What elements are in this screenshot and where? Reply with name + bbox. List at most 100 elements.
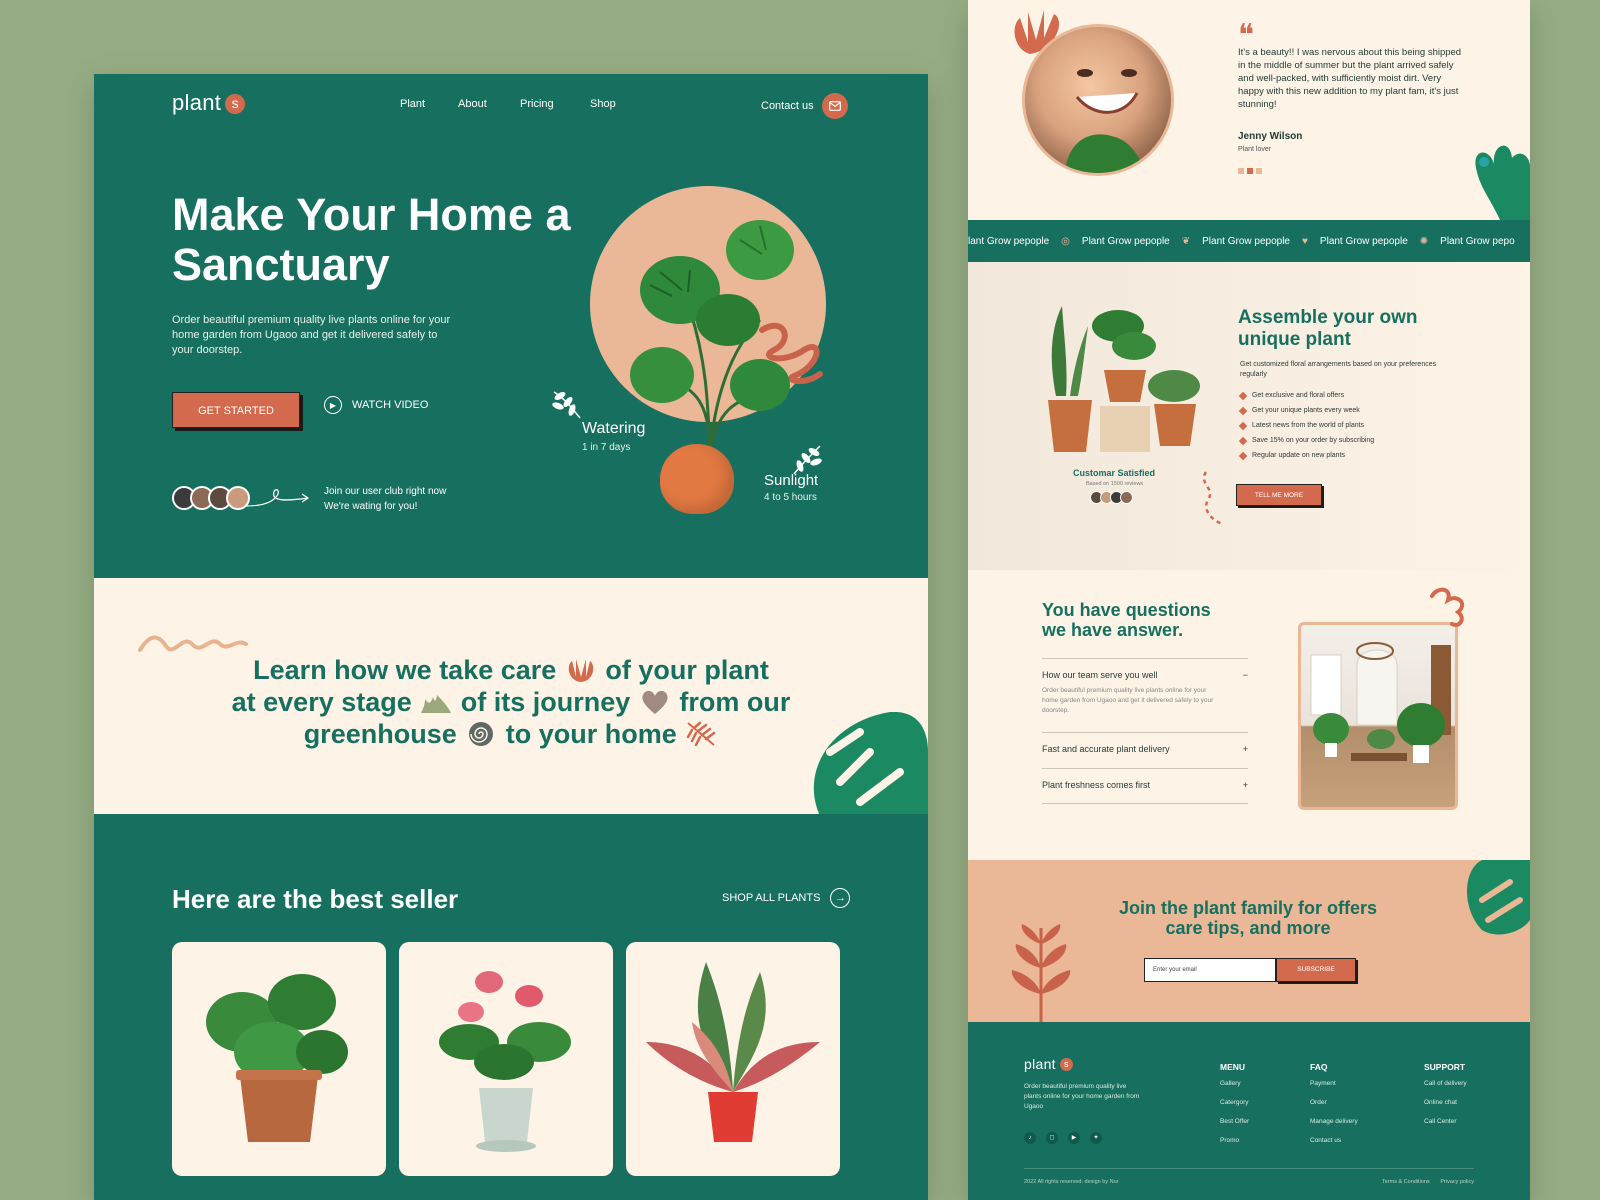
testimonial-quote: It's a beauty!! I was nervous about this… (1238, 47, 1462, 110)
hero-title: Make Your Home a Sanctuary (172, 189, 571, 290)
footer-bottom-bar: 2022 All rights reserved. design by Nur … (1024, 1168, 1474, 1185)
footer-link[interactable]: Online chat (1424, 1099, 1467, 1118)
curly-arrow-icon (245, 489, 310, 507)
expand-icon[interactable]: + (1243, 744, 1248, 754)
footer-link[interactable]: Promo (1220, 1137, 1249, 1156)
nav-plant[interactable]: Plant (400, 98, 425, 110)
expand-icon[interactable]: + (1243, 780, 1248, 790)
footer-link[interactable]: Contact us (1310, 1137, 1358, 1156)
bullet-leaf-icon (1238, 406, 1248, 415)
sunlight-value: 4 to 5 hours (764, 492, 817, 503)
watch-video-label: WATCH VIDEO (352, 399, 429, 411)
learn-headline: Learn how we take care of your plant at … (184, 654, 838, 750)
marquee-text: Plant Grow pepople (1081, 235, 1170, 247)
club-line-2: We're wating for you! (324, 501, 418, 512)
footer-link[interactable]: Payment (1310, 1080, 1358, 1099)
carousel-dot-active[interactable] (1247, 168, 1253, 174)
contact-us-button[interactable]: Contact us (761, 93, 848, 119)
marquee-text: Plant Grow pepo (1440, 235, 1515, 247)
footer-link[interactable]: Call of delivery (1424, 1080, 1467, 1099)
carousel-dot[interactable] (1256, 168, 1262, 174)
instagram-icon[interactable]: ◻ (1046, 1132, 1058, 1144)
nav-shop[interactable]: Shop (590, 98, 616, 110)
aglaonema-pot-image (646, 962, 820, 1142)
potted-plants-illustration (1048, 306, 1200, 452)
benefit-text: Save 15% on your order by subscribing (1252, 437, 1375, 444)
benefit-text: Get your unique plants every week (1252, 407, 1360, 414)
learn-text-6: greenhouse (303, 719, 457, 749)
fern-decoration (1011, 924, 1071, 1022)
faq-item[interactable]: Fast and accurate plant delivery + (1042, 732, 1248, 768)
brand-name: plant (1024, 1056, 1056, 1072)
twitter-icon[interactable]: ✦ (1090, 1132, 1102, 1144)
product-card[interactable] (399, 942, 613, 1176)
best-seller-section: Here are the best seller SHOP ALL PLANTS… (94, 814, 928, 1200)
faq-title-line-2: we have answer. (1042, 620, 1184, 640)
room-interior-illustration (1310, 642, 1451, 763)
tell-me-more-button[interactable]: TELL ME MORE (1236, 484, 1322, 506)
product-card[interactable] (172, 942, 386, 1176)
collapse-icon[interactable]: − (1243, 670, 1248, 680)
footer-menu-title: MENU (1220, 1062, 1246, 1072)
landing-page-right: ❝ It's a beauty!! I was nervous about th… (968, 0, 1530, 1200)
footer-link[interactable]: Best Offer (1220, 1118, 1249, 1137)
social-links: ♪ ◻ ▶ ✦ (1024, 1132, 1102, 1144)
learn-text-4: of its journey (460, 687, 631, 717)
monstera-pot-image (206, 974, 348, 1142)
faq-item[interactable]: Plant freshness comes first + (1042, 768, 1248, 804)
email-input[interactable]: Enter your email (1144, 958, 1276, 982)
newsletter-title: Join the plant family for offers care ti… (1088, 898, 1408, 938)
get-started-button[interactable]: GET STARTED (172, 392, 300, 428)
footer-link[interactable]: Gallery (1220, 1080, 1249, 1099)
contact-label: Contact us (761, 100, 814, 112)
nav-pricing[interactable]: Pricing (520, 98, 554, 110)
spiral-icon (469, 722, 494, 746)
footer-link[interactable]: Call Center (1424, 1118, 1467, 1137)
dashed-arrow-doodle (1202, 471, 1223, 526)
club-line-1: Join our user club right now (324, 486, 447, 497)
subscribe-button[interactable]: SUBSCRIBE (1276, 958, 1356, 982)
carousel-dots (1238, 168, 1262, 174)
watch-video-button[interactable]: ▶ WATCH VIDEO (324, 396, 428, 414)
learn-section: Learn how we take care of your plant at … (94, 578, 928, 816)
heart-icon: ♥ (1301, 235, 1308, 247)
product-card[interactable] (626, 942, 840, 1176)
customer-photo (1022, 24, 1174, 176)
landing-page-left: plant s Plant About Pricing Shop Contact … (94, 74, 928, 1200)
shop-all-plants-link[interactable]: SHOP ALL PLANTS → (722, 888, 851, 908)
hero-description: Order beautiful premium quality live pla… (172, 314, 451, 356)
monstera-leaf-decoration (813, 712, 928, 816)
newsletter-title-line-1: Join the plant family for offers (1118, 898, 1378, 918)
hero-section: plant s Plant About Pricing Shop Contact … (94, 74, 928, 578)
sunlight-label: Sunlight (764, 472, 819, 489)
carousel-dot[interactable] (1238, 168, 1244, 174)
assemble-description: Get customized floral arrangements based… (1240, 361, 1437, 378)
youtube-icon[interactable]: ▶ (1068, 1132, 1080, 1144)
footer-faq-column: FAQ Payment Order Manage delivery Contac… (1310, 1062, 1358, 1156)
footer-link[interactable]: Manage delivery (1310, 1118, 1358, 1137)
watering-value: 1 in 7 days (582, 442, 631, 453)
faq-item-expanded[interactable]: How our team serve you well − Order beaut… (1042, 658, 1248, 732)
footer-link[interactable]: Order (1310, 1099, 1358, 1118)
copyright-text: 2022 All rights reserved. design by Nur (1024, 1179, 1119, 1185)
faq-title-line-1: You have questions (1042, 600, 1211, 620)
terms-link[interactable]: Terms & Conditions (1382, 1179, 1430, 1185)
tiktok-icon[interactable]: ♪ (1024, 1132, 1036, 1144)
list-item: Get exclusive and floral offers (1238, 388, 1374, 403)
footer-support-title: SUPPORT (1424, 1062, 1466, 1072)
benefit-text: Latest news from the world of plants (1252, 422, 1365, 429)
footer-link[interactable]: Catergory (1220, 1099, 1249, 1118)
benefit-text: Regular update on new plants (1252, 452, 1346, 459)
brand-logo[interactable]: plant s (172, 90, 246, 116)
learn-text-2: of your plant (605, 655, 769, 685)
footer: plant s Order beautiful premium quality l… (968, 1022, 1530, 1200)
privacy-link[interactable]: Privacy policy (1440, 1179, 1474, 1185)
testimonial-role: Plant lover (1238, 146, 1272, 153)
best-seller-title: Here are the best seller (172, 884, 459, 914)
interior-photo (1298, 622, 1458, 810)
fern-icon (687, 721, 716, 747)
newsletter-section: Join the plant family for offers care ti… (968, 860, 1530, 1022)
marquee-text: Plant Grow pepople (1319, 235, 1408, 247)
footer-logo[interactable]: plant s (1024, 1056, 1073, 1072)
nav-about[interactable]: About (458, 98, 487, 110)
